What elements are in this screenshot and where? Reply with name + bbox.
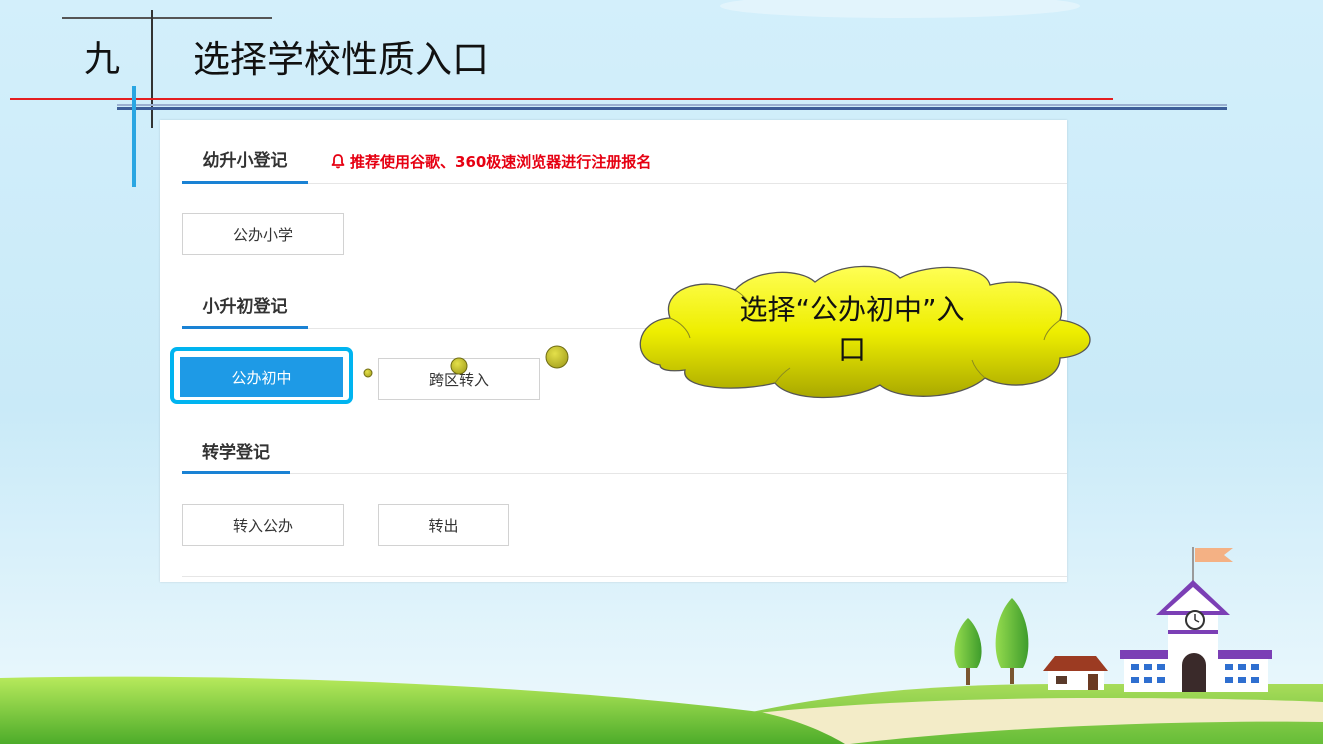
house [1043,656,1108,690]
slide-number: 九 [84,39,121,80]
section-title-primary-entry: 幼升小登记 [202,151,288,171]
header-blue-rule-thin [117,104,1227,106]
bell-icon [331,154,345,169]
cross-district-transfer-button[interactable]: 跨区转入 [378,358,540,400]
section-tab-underline [182,326,308,329]
public-junior-school-button[interactable]: 公办初中 [180,357,343,397]
browser-notice: 推荐使用谷歌、360极速浏览器进行注册报名 [350,153,652,171]
public-primary-school-button[interactable]: 公办小学 [182,213,344,255]
bottom-divider [182,576,1067,577]
accent-bar [132,86,136,187]
section-title-junior-entry: 小升初登记 [202,297,288,317]
section-divider [182,183,1067,184]
callout-line: 选择“公办初中”入 [739,293,965,326]
transfer-out-button[interactable]: 转出 [378,504,509,546]
header-blue-rule-thick [117,107,1227,110]
school-door [1182,653,1206,692]
section-tab-underline [182,471,290,474]
clock-icon [1185,610,1205,630]
header-divider [151,10,153,128]
section-tab-underline [182,181,308,184]
transfer-in-public-button[interactable]: 转入公办 [182,504,344,546]
slide-title: 选择学校性质入口 [193,38,489,81]
header-top-rule [62,17,272,19]
section-divider [182,473,1067,474]
slide: 九 选择学校性质入口 幼升小登记 推荐使用谷歌、360极速浏览器进行注册报名 公… [0,0,1323,744]
header-red-rule [10,98,1113,100]
callout-line: 口 [837,333,866,366]
callout-text: 选择“公办初中”入 口 [702,290,1002,370]
section-title-transfer: 转学登记 [202,443,270,463]
